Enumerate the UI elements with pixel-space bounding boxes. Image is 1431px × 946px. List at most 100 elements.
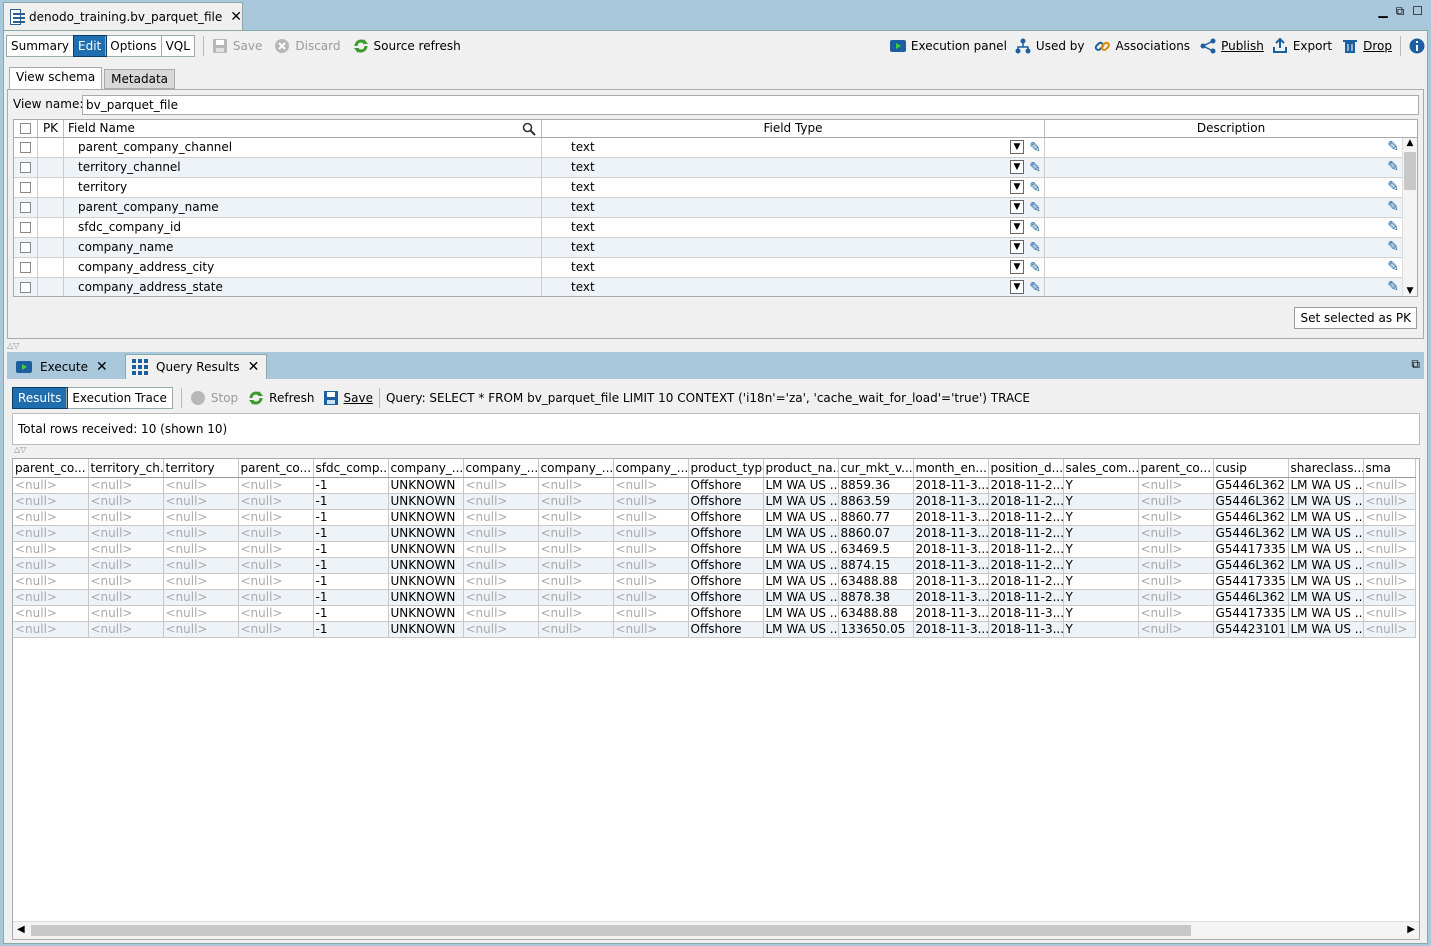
table-cell[interactable]: <null> [1363,621,1416,638]
scroll-left-icon[interactable]: ◀ [17,924,25,935]
table-cell[interactable]: Offshore [688,605,764,622]
table-cell[interactable]: Y [1063,477,1139,494]
table-cell[interactable]: UNKNOWN [388,589,464,606]
table-cell[interactable]: <null> [238,621,314,638]
table-cell[interactable]: <null> [463,621,539,638]
splitter-arrows[interactable]: △▽ [14,445,26,454]
column-header[interactable]: company_... [388,459,464,478]
close-icon[interactable]: ✕ [96,360,108,374]
table-cell[interactable]: <null> [463,509,539,526]
pk-cell[interactable] [38,178,64,197]
pencil-icon[interactable]: ✎ [1387,139,1399,155]
description-cell[interactable]: ✎ [1045,198,1417,217]
table-cell[interactable]: <null> [463,605,539,622]
table-cell[interactable]: <null> [163,541,239,558]
table-cell[interactable]: <null> [613,589,689,606]
table-cell[interactable]: -1 [313,525,389,542]
table-cell[interactable]: LM WA US ... [1288,557,1364,574]
field-type-cell[interactable]: text ▼ ✎ [542,178,1045,197]
table-cell[interactable]: 8860.77 [838,509,914,526]
table-cell[interactable]: <null> [1363,605,1416,622]
table-cell[interactable]: 2018-11-2... [988,573,1064,590]
pencil-icon[interactable]: ✎ [1029,279,1041,296]
table-cell[interactable]: <null> [163,573,239,590]
column-header[interactable]: product_na... [763,459,839,478]
table-cell[interactable]: <null> [238,493,314,510]
discard-button[interactable]: Discard [274,38,341,54]
table-cell[interactable]: UNKNOWN [388,605,464,622]
row-checkbox[interactable] [20,282,31,293]
field-name-cell[interactable]: parent_company_channel [64,138,542,157]
table-row[interactable]: <null> <null> <null> <null> -1 UNKNOWN <null> <… [13,589,1416,606]
table-cell[interactable]: UNKNOWN [388,621,464,638]
table-cell[interactable]: <null> [13,605,89,622]
table-cell[interactable]: <null> [13,525,89,542]
row-checkbox[interactable] [20,242,31,253]
table-cell[interactable]: <null> [463,557,539,574]
field-type-cell[interactable]: text ▼ ✎ [542,138,1045,157]
tab-options[interactable]: Options [106,36,162,56]
table-cell[interactable]: UNKNOWN [388,493,464,510]
table-row[interactable]: <null> <null> <null> <null> -1 UNKNOWN <null> <… [13,477,1416,494]
table-cell[interactable]: <null> [613,477,689,494]
table-cell[interactable]: LM WA US ... [1288,525,1364,542]
table-cell[interactable]: Y [1063,621,1139,638]
table-cell[interactable]: UNKNOWN [388,525,464,542]
results-h-scrollbar[interactable]: ◀ ▶ [13,921,1419,939]
table-cell[interactable]: <null> [1138,573,1214,590]
pencil-icon[interactable]: ✎ [1387,179,1399,195]
column-header[interactable]: company_... [463,459,539,478]
table-cell[interactable]: LM WA US ... [1288,621,1364,638]
pencil-icon[interactable]: ✎ [1029,179,1041,198]
chevron-down-icon[interactable]: ▼ [1010,280,1024,294]
scroll-down-icon[interactable]: ▼ [1403,286,1417,296]
table-cell[interactable]: -1 [313,605,389,622]
table-cell[interactable]: <null> [613,557,689,574]
table-cell[interactable]: UNKNOWN [388,509,464,526]
used-by-button[interactable]: Used by [1015,38,1084,54]
chevron-down-icon[interactable]: ▼ [1010,180,1024,194]
column-header[interactable]: month_en... [913,459,989,478]
table-cell[interactable]: <null> [538,493,614,510]
stop-button[interactable]: Stop [190,390,238,406]
field-name-cell[interactable]: company_name [64,238,542,257]
tab-results[interactable]: Results [11,387,69,409]
table-cell[interactable]: <null> [463,493,539,510]
pencil-icon[interactable]: ✎ [1029,259,1041,278]
table-cell[interactable]: LM WA US ... [1288,573,1364,590]
table-cell[interactable]: <null> [1138,621,1214,638]
table-cell[interactable]: <null> [613,605,689,622]
table-cell[interactable]: <null> [88,525,164,542]
table-cell[interactable]: <null> [88,573,164,590]
table-cell[interactable]: <null> [238,477,314,494]
table-cell[interactable]: Y [1063,605,1139,622]
field-name-cell[interactable]: sfdc_company_id [64,218,542,237]
table-cell[interactable]: Y [1063,589,1139,606]
table-cell[interactable]: <null> [13,477,89,494]
table-cell[interactable]: <null> [613,541,689,558]
table-cell[interactable]: <null> [613,621,689,638]
field-type-cell[interactable]: text ▼ ✎ [542,258,1045,277]
field-type-cell[interactable]: text ▼ ✎ [542,218,1045,237]
table-cell[interactable]: <null> [163,509,239,526]
table-cell[interactable]: LM WA US ... [763,605,839,622]
info-icon[interactable] [1409,38,1425,54]
row-checkbox[interactable] [20,162,31,173]
table-cell[interactable]: <null> [538,589,614,606]
table-cell[interactable]: <null> [1363,493,1416,510]
table-cell[interactable]: Y [1063,557,1139,574]
column-header[interactable]: company_... [538,459,614,478]
table-cell[interactable]: <null> [538,525,614,542]
editor-tab[interactable]: denodo_training.bv_parquet_file ✕ [3,2,243,30]
tab-metadata[interactable]: Metadata [104,69,175,89]
tab-execution-trace[interactable]: Execution Trace [67,388,172,408]
table-cell[interactable]: <null> [88,541,164,558]
table-cell[interactable]: <null> [1138,589,1214,606]
table-cell[interactable]: 2018-11-3... [913,589,989,606]
row-checkbox[interactable] [20,262,31,273]
table-cell[interactable]: LM WA US ... [763,589,839,606]
table-cell[interactable]: <null> [238,541,314,558]
table-cell[interactable]: <null> [538,509,614,526]
table-cell[interactable]: <null> [1138,557,1214,574]
column-header[interactable]: company_... [613,459,689,478]
